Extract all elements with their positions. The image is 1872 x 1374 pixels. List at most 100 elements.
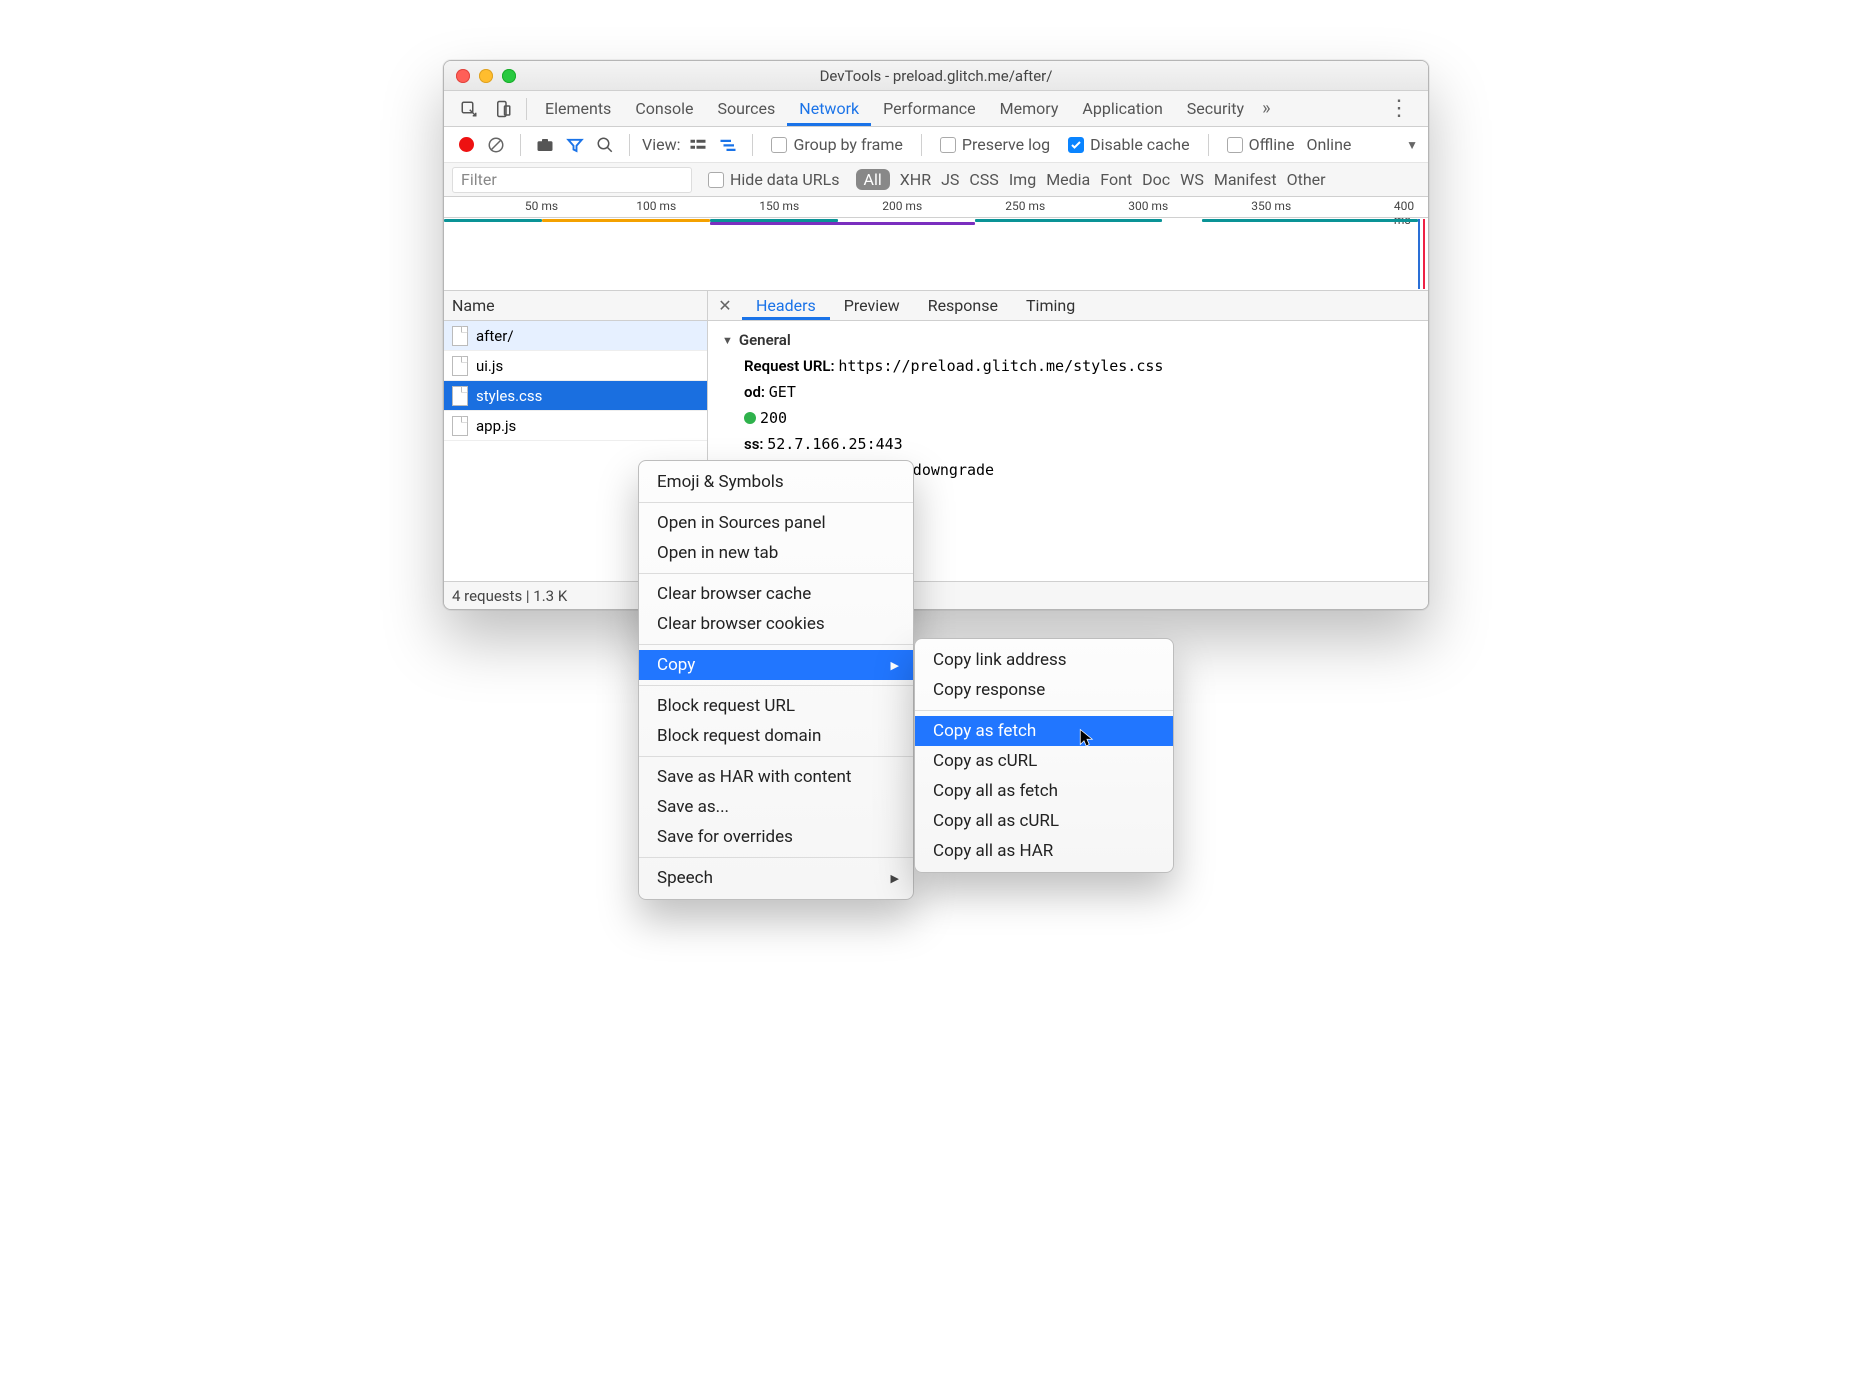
status-value: 200 [760,409,787,427]
window-title: DevTools - preload.glitch.me/after/ [820,67,1053,85]
menu-item[interactable]: Speech [639,863,913,893]
menu-separator [639,644,913,645]
tab-network[interactable]: Network [787,91,871,126]
capture-screenshot-icon[interactable] [533,133,557,157]
menu-item[interactable]: Open in Sources panel [639,508,913,538]
zoom-window-button[interactable] [502,69,516,83]
menu-item[interactable]: Copy all as cURL [915,806,1173,836]
detail-tab-headers[interactable]: Headers [742,291,830,320]
tab-elements[interactable]: Elements [533,91,623,126]
context-menu: Emoji & Symbols Open in Sources panelOpen… [638,460,914,900]
request-row[interactable]: ui.js [444,351,707,381]
tab-sources[interactable]: Sources [705,91,787,126]
menu-separator [639,756,913,757]
menu-item[interactable]: Clear browser cookies [639,609,913,639]
inspect-icon[interactable] [458,98,480,120]
hide-data-urls-checkbox[interactable]: Hide data URLs [708,170,840,189]
filter-type-doc[interactable]: Doc [1142,170,1170,189]
menu-item[interactable]: Copy all as HAR [915,836,1173,866]
menu-item[interactable]: Clear browser cache [639,579,913,609]
request-row[interactable]: styles.css [444,381,707,411]
tab-application[interactable]: Application [1070,91,1174,126]
menu-item[interactable]: Block request domain [639,721,913,751]
filter-type-xhr[interactable]: XHR [900,170,931,189]
column-headers: Name ✕ Headers Preview Response Timing [444,291,1428,321]
clear-button[interactable] [484,133,508,157]
toolbar-dropdown-icon[interactable]: ▼ [1406,138,1418,152]
remote-address-value: 52.7.166.25:443 [767,435,902,453]
settings-kebab-icon[interactable]: ⋮ [1378,96,1420,121]
tab-memory[interactable]: Memory [988,91,1071,126]
filter-type-ws[interactable]: WS [1180,170,1204,189]
detail-tab-response[interactable]: Response [914,291,1012,320]
devtools-tabstrip: Elements Console Sources Network Perform… [444,91,1428,127]
tab-console[interactable]: Console [623,91,705,126]
filter-input[interactable]: Filter [452,167,692,193]
devtools-window: DevTools - preload.glitch.me/after/ Elem… [443,60,1429,610]
filter-type-css[interactable]: CSS [969,170,998,189]
menu-item[interactable]: Copy as fetch [915,716,1173,746]
menu-item[interactable]: Save as HAR with content [639,762,913,792]
menu-item[interactable]: Copy response [915,675,1173,705]
menu-item[interactable]: Open in new tab [639,538,913,568]
disable-cache-checkbox[interactable]: Disable cache [1068,135,1189,154]
disclosure-triangle-icon: ▼ [722,334,733,347]
detail-tab-timing[interactable]: Timing [1012,291,1089,320]
filter-type-media[interactable]: Media [1046,170,1090,189]
tab-performance[interactable]: Performance [871,91,988,126]
minimize-window-button[interactable] [479,69,493,83]
request-row[interactable]: after/ [444,321,707,351]
tick: 200 ms [882,199,926,213]
file-icon [452,326,468,346]
status-dot-icon [744,412,756,424]
view-label: View: [642,135,680,154]
close-window-button[interactable] [456,69,470,83]
preserve-log-checkbox[interactable]: Preserve log [940,135,1050,154]
filter-type-other[interactable]: Other [1287,170,1326,189]
filter-type-font[interactable]: Font [1100,170,1132,189]
menu-item[interactable]: Copy link address [915,645,1173,675]
more-tabs-icon[interactable]: » [1262,98,1270,119]
filter-type-manifest[interactable]: Manifest [1214,170,1277,189]
view-waterfall-icon[interactable] [716,133,740,157]
filter-type-all[interactable]: All [856,169,890,190]
menu-item[interactable]: Save as... [639,792,913,822]
menu-item[interactable]: Copy as cURL [915,746,1173,776]
request-row[interactable]: app.js [444,411,707,441]
name-column-header[interactable]: Name [444,291,708,320]
menu-separator [639,573,913,574]
menu-item[interactable]: Copy [639,650,913,680]
tab-security[interactable]: Security [1175,91,1256,126]
tick: 250 ms [1005,199,1049,213]
traffic-lights [456,69,516,83]
menu-item[interactable]: Copy all as fetch [915,776,1173,806]
filter-type-js[interactable]: JS [941,170,959,189]
record-button[interactable] [454,133,478,157]
menu-item[interactable]: Emoji & Symbols [639,467,913,497]
request-url-value: https://preload.glitch.me/styles.css [838,357,1163,375]
offline-checkbox[interactable]: Offline [1227,135,1295,154]
search-icon[interactable] [593,133,617,157]
method-value: GET [769,383,796,401]
filter-type-img[interactable]: Img [1009,170,1036,189]
status-text: 4 requests | 1.3 K [452,587,567,605]
menu-separator [639,502,913,503]
group-by-frame-checkbox[interactable]: Group by frame [771,135,902,154]
menu-separator [639,857,913,858]
view-large-icon[interactable] [686,133,710,157]
detail-tab-preview[interactable]: Preview [830,291,914,320]
menu-item[interactable]: Block request URL [639,691,913,721]
device-toggle-icon[interactable] [492,98,514,120]
general-section[interactable]: ▼General [722,331,1414,349]
timeline-overview[interactable]: 50 ms 100 ms 150 ms 200 ms 250 ms 300 ms… [444,197,1428,291]
tick: 100 ms [636,199,680,213]
tick: 350 ms [1251,199,1295,213]
menu-separator [915,710,1173,711]
menu-item[interactable]: Save for overrides [639,822,913,852]
file-icon [452,416,468,436]
filter-toggle-icon[interactable] [563,133,587,157]
throttling-select[interactable]: Online [1306,135,1351,154]
close-detail-icon[interactable]: ✕ [708,291,742,320]
menu-separator [639,685,913,686]
network-toolbar: View: Group by frame Preserve log Disabl… [444,127,1428,163]
